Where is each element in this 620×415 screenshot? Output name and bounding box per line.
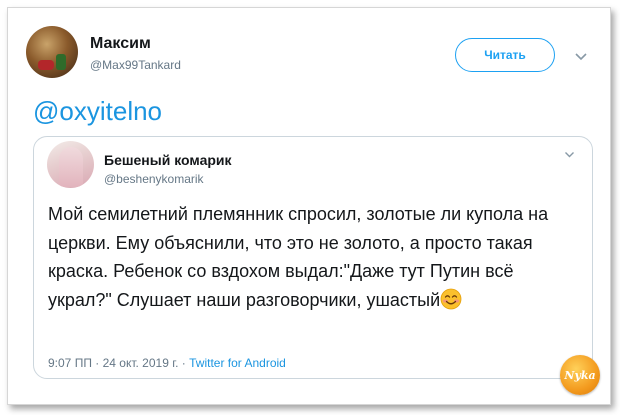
avatar-red-shape [38,60,54,70]
quoted-author-avatar[interactable] [47,141,94,188]
quoted-tweet-time[interactable]: 9:07 ПП · 24 окт. 2019 г. · [48,356,189,370]
quoted-author-handle[interactable]: @beshenykomarik [104,172,204,186]
avatar-hair-shape [59,147,83,187]
author-name[interactable]: Максим [90,35,151,53]
avatar-tree-shape [56,54,66,70]
quoted-tweet-meta: 9:07 ПП · 24 окт. 2019 г. · Twitter for … [48,356,286,370]
chevron-down-icon[interactable] [574,52,588,62]
watermark-text: Nyka [564,368,596,382]
quoted-tweet-source[interactable]: Twitter for Android [189,356,286,370]
quoted-chevron-down-icon[interactable] [564,151,575,159]
quoted-author-name[interactable]: Бешеный комарик [104,152,232,168]
follow-button[interactable]: Читать [455,38,555,72]
quoted-tweet-body: Мой семилетний племянник спросил, золоты… [48,204,549,310]
site-watermark-logo: Nyka [560,355,600,395]
smiling-face-emoji-icon [440,288,462,310]
author-avatar[interactable] [26,26,78,78]
author-handle[interactable]: @Max99Tankard [90,58,181,72]
quoted-tweet-text: Мой семилетний племянник спросил, золоты… [48,200,576,314]
reply-mention-link[interactable]: @oxyitelno [33,96,162,127]
